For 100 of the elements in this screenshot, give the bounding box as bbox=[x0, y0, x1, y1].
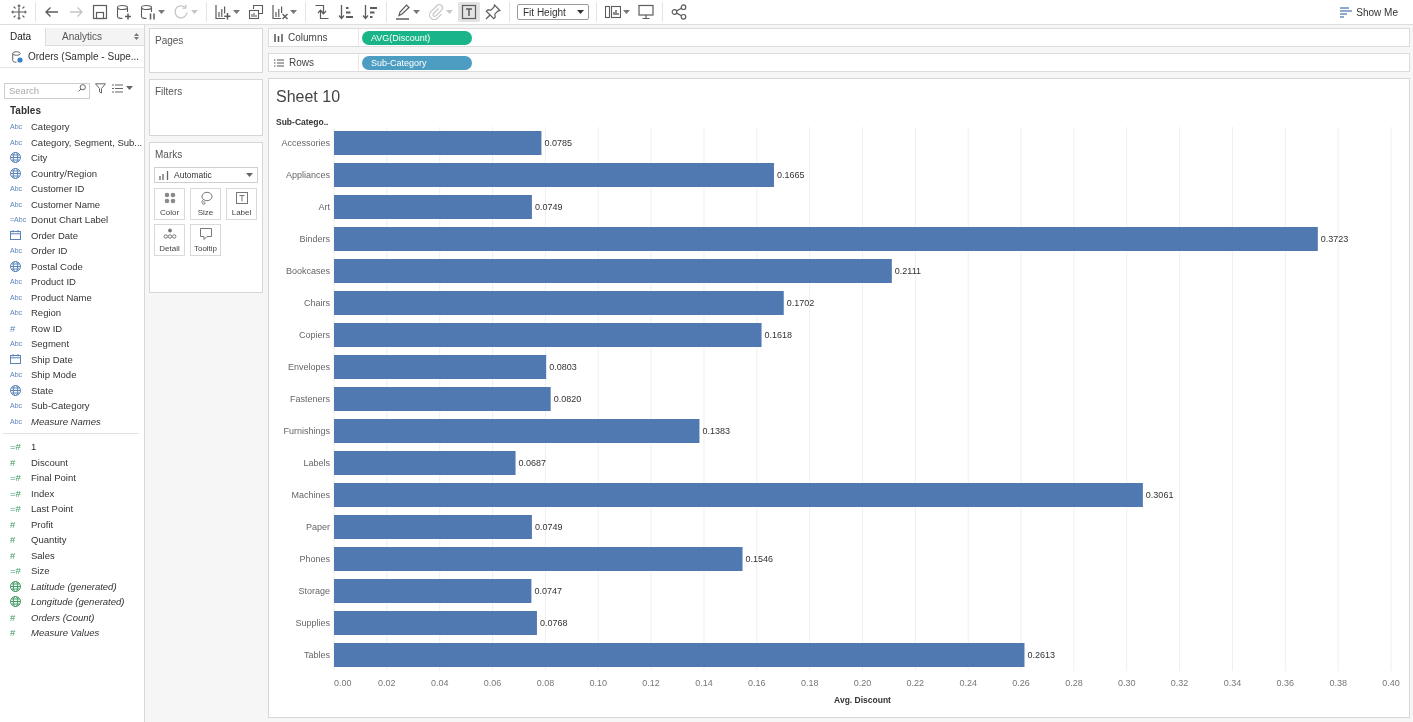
share-icon bbox=[671, 4, 687, 20]
database-icon bbox=[12, 50, 23, 63]
duplicate-icon bbox=[248, 4, 264, 20]
field-name[interactable]: Category bbox=[31, 121, 70, 133]
columns-icon bbox=[274, 33, 283, 42]
shelf-label: Columns bbox=[288, 32, 328, 43]
section-heading: Tables bbox=[9, 104, 42, 118]
list-icon bbox=[112, 83, 123, 93]
field-name[interactable]: Ship Mode bbox=[31, 369, 77, 381]
field-name[interactable]: Country/Region bbox=[31, 167, 97, 179]
data-type-label: # bbox=[10, 519, 16, 529]
field-name[interactable]: Sales bbox=[31, 549, 55, 561]
data-source-name[interactable]: Orders (Sample - Supe... bbox=[28, 51, 140, 62]
refresh-icon bbox=[173, 4, 189, 20]
field-name[interactable]: Row ID bbox=[31, 322, 63, 334]
cards-icon bbox=[605, 4, 621, 20]
mark-type-dropdown[interactable]: Automatic bbox=[154, 167, 258, 183]
tick-label: 0.14 bbox=[695, 678, 713, 688]
detail-dots-icon bbox=[162, 227, 177, 241]
tick-label: 0.16 bbox=[748, 678, 766, 688]
field-name[interactable]: Orders (Count) bbox=[31, 611, 95, 623]
value-label: 0.1546 bbox=[745, 554, 774, 564]
bar-chart-plus-icon bbox=[215, 4, 231, 20]
presentation-mode-button[interactable] bbox=[635, 2, 657, 22]
clear-sheet-button[interactable] bbox=[269, 2, 300, 22]
field-name[interactable]: Final Point bbox=[31, 472, 76, 484]
tick-label: 0.22 bbox=[906, 678, 925, 688]
pin-icon bbox=[485, 4, 501, 20]
field-name[interactable]: Postal Code bbox=[31, 260, 83, 272]
field-name[interactable]: Quantity bbox=[31, 534, 67, 546]
card-title: Pages bbox=[154, 34, 184, 46]
field-name[interactable]: Last Point bbox=[31, 503, 74, 515]
show-me-button[interactable]: Show Me bbox=[1334, 2, 1410, 22]
bar-chart-icon bbox=[159, 170, 170, 180]
filter-icon bbox=[95, 82, 106, 94]
caret-icon bbox=[191, 10, 198, 14]
rows-icon bbox=[274, 58, 284, 67]
field-name[interactable]: Order ID bbox=[31, 245, 68, 257]
category-label: Phones bbox=[299, 554, 330, 564]
field-name[interactable]: Discount bbox=[31, 456, 68, 468]
field-name[interactable]: Sub-Category bbox=[31, 400, 90, 412]
text-box-icon bbox=[234, 191, 249, 205]
sort-ascending-icon bbox=[338, 4, 354, 20]
field-name[interactable]: Product ID bbox=[31, 276, 76, 288]
field-name[interactable]: Segment bbox=[31, 338, 70, 350]
speech-bubble-icon bbox=[198, 227, 213, 241]
search-icon bbox=[78, 84, 86, 92]
field-name[interactable]: Order Date bbox=[31, 229, 78, 241]
fit-dropdown[interactable]: Fit Height bbox=[517, 4, 589, 20]
field-name[interactable]: Longitude (generated) bbox=[31, 596, 125, 608]
value-label: 0.0785 bbox=[544, 138, 572, 148]
swap-icon bbox=[314, 4, 330, 20]
category-label: Tables bbox=[304, 650, 330, 660]
data-type-label: =# bbox=[10, 488, 21, 498]
pane-tab[interactable]: Analytics bbox=[45, 28, 134, 46]
category-label: Fasteners bbox=[289, 394, 330, 404]
caret-icon bbox=[158, 10, 165, 14]
field-name[interactable]: City bbox=[31, 152, 48, 164]
logo-button[interactable] bbox=[8, 2, 30, 22]
pen-icon bbox=[395, 4, 411, 20]
field-name[interactable]: Latitude (generated) bbox=[31, 580, 117, 592]
mark-property-button[interactable]: Tooltip bbox=[190, 224, 221, 256]
search-field[interactable]: Search bbox=[4, 82, 90, 99]
category-label: Copiers bbox=[299, 330, 330, 340]
field-name[interactable]: Region bbox=[31, 307, 62, 319]
tick-label: 0.24 bbox=[959, 678, 977, 688]
field-name[interactable]: Product Name bbox=[31, 291, 92, 303]
data-type-label: =# bbox=[10, 566, 21, 576]
field-name[interactable]: Donut Chart Label bbox=[31, 214, 109, 226]
tick-label: 0.06 bbox=[483, 678, 502, 688]
tick-label: 0.08 bbox=[536, 678, 555, 688]
filter-button[interactable] bbox=[94, 80, 107, 96]
field-name[interactable]: Measure Values bbox=[31, 627, 100, 639]
category-label: Paper bbox=[305, 522, 330, 532]
data-type-label: # bbox=[10, 323, 16, 333]
field-name[interactable]: Customer ID bbox=[31, 183, 85, 195]
mark-property-button[interactable]: Color bbox=[154, 188, 185, 220]
field-name[interactable]: Profit bbox=[31, 518, 54, 530]
tick-label: 0.30 bbox=[1118, 678, 1136, 688]
field-name[interactable]: 1 bbox=[31, 441, 37, 453]
value-label: 0.0747 bbox=[534, 586, 562, 596]
mark-property-button[interactable]: Label bbox=[226, 188, 257, 220]
mark-property-button[interactable]: Size bbox=[190, 188, 221, 220]
mark-labels-button[interactable] bbox=[458, 2, 480, 22]
tick-label: 0.12 bbox=[642, 678, 660, 688]
data-type-label: =# bbox=[10, 504, 21, 514]
mark-property-button[interactable]: Detail bbox=[154, 224, 185, 256]
field-name[interactable]: Customer Name bbox=[31, 198, 101, 210]
field-name[interactable]: State bbox=[31, 384, 54, 396]
field-name[interactable]: Size bbox=[31, 565, 50, 577]
field-name[interactable]: Measure Names bbox=[31, 415, 101, 427]
category-label: Appliances bbox=[285, 170, 330, 180]
data-type-label: # bbox=[10, 628, 16, 638]
new-worksheet-button[interactable] bbox=[212, 2, 243, 22]
sheet-title: Sheet 10 bbox=[275, 87, 341, 107]
value-label: 0.3723 bbox=[1320, 234, 1349, 244]
field-name[interactable]: Index bbox=[31, 487, 55, 499]
field-name[interactable]: Ship Date bbox=[31, 353, 73, 365]
value-label: 0.0749 bbox=[534, 202, 563, 212]
field-name[interactable]: Category, Segment, Sub... bbox=[31, 136, 143, 148]
